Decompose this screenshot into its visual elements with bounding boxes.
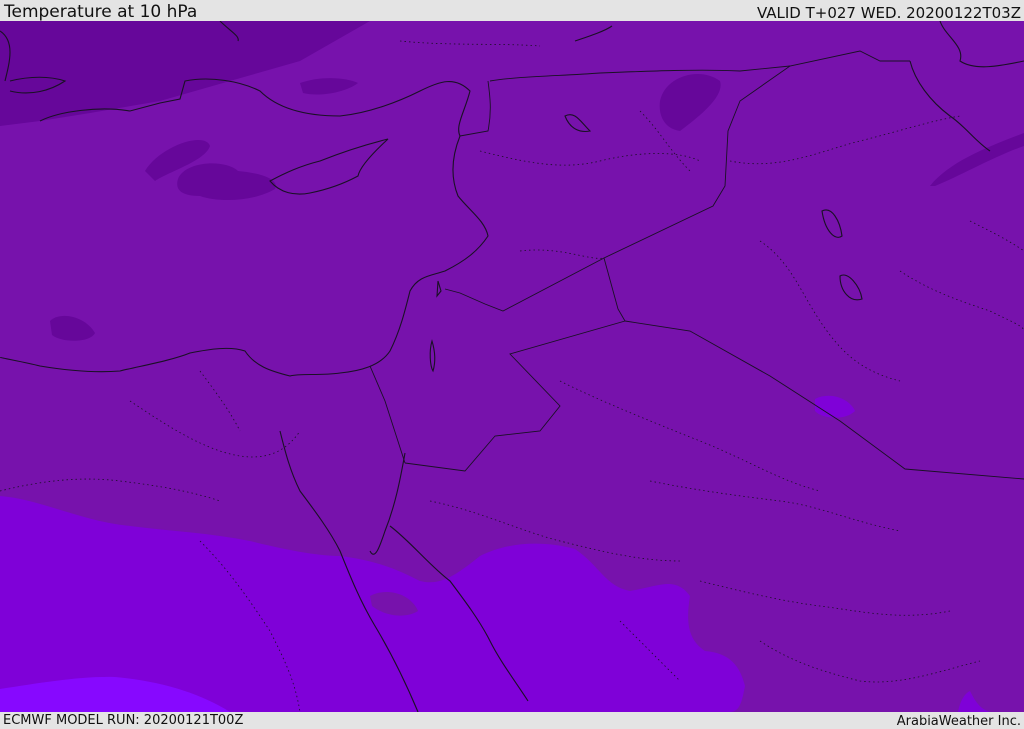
top-bar: Temperature at 10 hPa VALID T+027 WED. 2… [0, 0, 1024, 21]
map-title: Temperature at 10 hPa [4, 2, 198, 22]
map-canvas [0, 21, 1024, 712]
weather-map[interactable] [0, 21, 1024, 712]
bottom-bar: ECMWF MODEL RUN: 20200121T00Z ArabiaWeat… [0, 712, 1024, 729]
model-run-label: ECMWF MODEL RUN: 20200121T00Z [3, 713, 244, 728]
valid-time: VALID T+027 WED. 20200122T03Z [756, 4, 1021, 22]
credit-label: ArabiaWeather Inc. [896, 714, 1021, 729]
